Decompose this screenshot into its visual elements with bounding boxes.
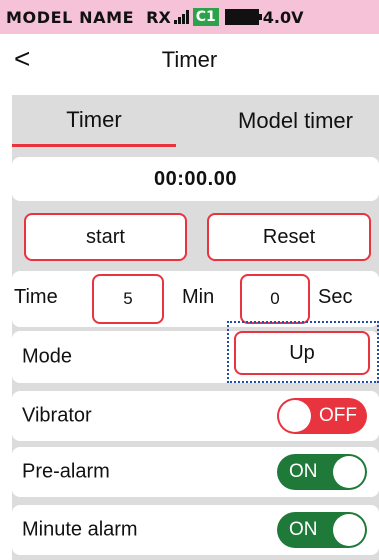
minutes-input[interactable]: 5 <box>92 274 164 324</box>
toggle-knob <box>279 400 311 432</box>
pre-alarm-label: Pre-alarm <box>22 460 110 483</box>
pre-alarm-row: Pre-alarm ON <box>12 447 379 497</box>
vibrator-toggle[interactable]: OFF <box>277 398 367 434</box>
min-unit-label: Min <box>182 286 215 308</box>
vibrator-label: Vibrator <box>22 404 92 427</box>
mode-label: Mode <box>22 345 73 368</box>
seconds-input[interactable]: 0 <box>240 274 310 324</box>
tab-timer[interactable]: Timer <box>12 95 176 147</box>
toggle-state-label: OFF <box>319 405 357 426</box>
signal-bars-icon <box>173 10 189 24</box>
minute-alarm-row: Minute alarm ON <box>12 505 379 555</box>
page-title: Timer <box>161 47 218 72</box>
toggle-state-label: ON <box>289 461 318 482</box>
chevron-left-icon[interactable]: < <box>14 44 30 74</box>
toggle-state-label: ON <box>289 519 318 540</box>
tab-bar: Timer Model timer <box>12 95 379 147</box>
model-name: MODEL NAME <box>6 7 135 27</box>
battery-icon <box>224 9 262 25</box>
time-setting-row: Time 5 Min 0 Sec <box>12 271 379 327</box>
reset-button[interactable]: Reset <box>207 213 371 261</box>
channel-badge: C1 <box>192 8 219 26</box>
timer-panel: Timer Model timer 00:00.00 start Reset T… <box>12 95 379 560</box>
toggle-knob <box>333 514 365 546</box>
time-label: Time <box>14 286 58 308</box>
start-button[interactable]: start <box>24 213 187 261</box>
timer-display: 00:00.00 <box>12 157 379 201</box>
status-bar: MODEL NAME RX C1 4.0V <box>0 0 379 34</box>
minute-alarm-label: Minute alarm <box>22 518 138 541</box>
sec-unit-label: Sec <box>318 286 353 308</box>
battery-voltage: 4.0V <box>262 7 304 27</box>
mode-select-button[interactable]: Up <box>234 331 370 375</box>
pre-alarm-toggle[interactable]: ON <box>277 454 367 490</box>
tab-model-timer[interactable]: Model timer <box>212 95 379 147</box>
rx-label: RX <box>146 7 171 27</box>
vibrator-row: Vibrator OFF <box>12 391 379 441</box>
title-bar: < Timer <box>0 34 379 86</box>
toggle-knob <box>333 456 365 488</box>
minute-alarm-toggle[interactable]: ON <box>277 512 367 548</box>
